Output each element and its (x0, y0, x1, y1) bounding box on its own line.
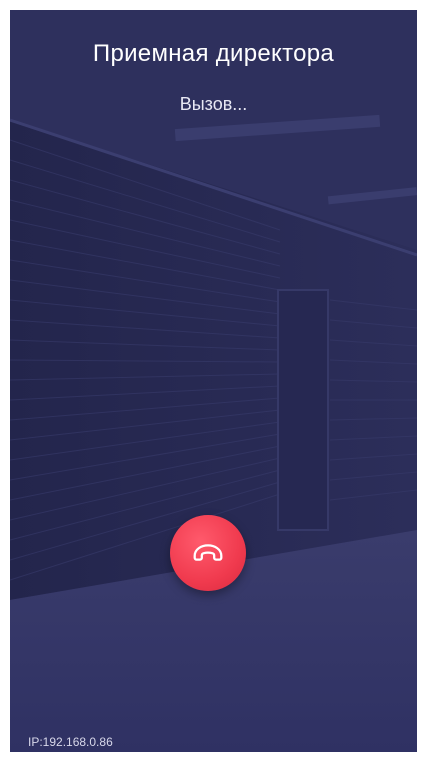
corridor-background-image (10, 10, 417, 752)
call-screen: Приемная директора Вызов... (10, 10, 417, 752)
phone-hangup-icon (193, 544, 223, 561)
ip-address-label: IP:192.168.0.86 (28, 735, 113, 749)
hangup-button[interactable] (170, 515, 246, 591)
caller-name: Приемная директора (92, 40, 335, 67)
call-status: Вызов... (179, 94, 248, 114)
